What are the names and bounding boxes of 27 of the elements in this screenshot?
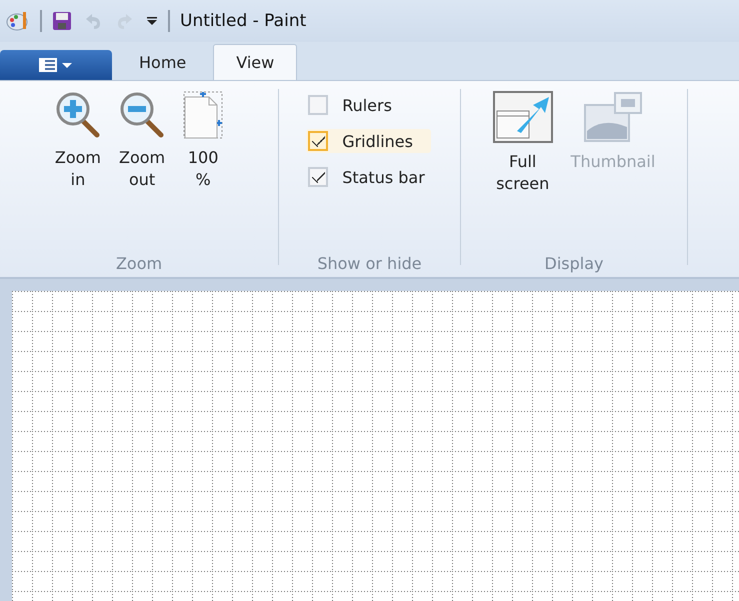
full-screen-icon xyxy=(492,91,553,143)
zoom-out-icon xyxy=(119,91,166,139)
group-label: Display xyxy=(544,254,604,273)
menu-icon xyxy=(39,58,73,72)
save-icon[interactable] xyxy=(52,11,72,31)
zoom-out-button[interactable]: Zoom out xyxy=(113,87,172,254)
palette-icon[interactable] xyxy=(6,10,30,32)
thumbnail-icon xyxy=(582,91,643,143)
zoom-in-icon xyxy=(54,91,101,139)
group-label: Show or hide xyxy=(317,254,422,273)
zoom-in-button[interactable]: Zoom in xyxy=(48,87,107,254)
checkbox-option[interactable]: Status bar xyxy=(306,165,431,189)
checkbox-option[interactable]: Gridlines xyxy=(306,129,431,153)
ribbon-tab[interactable]: View xyxy=(213,44,298,80)
checkbox[interactable] xyxy=(308,167,328,187)
dropdown-icon[interactable] xyxy=(146,16,158,26)
checkbox[interactable] xyxy=(308,95,328,115)
group-label: Zoom xyxy=(116,254,162,273)
page-button[interactable]: 100 % xyxy=(177,87,230,254)
window-title: Untitled - Paint xyxy=(180,11,306,31)
full-screen-button[interactable]: Full screen xyxy=(486,87,559,254)
ribbon-tab[interactable]: Home xyxy=(116,44,210,80)
app-menu-button[interactable] xyxy=(0,50,112,80)
checkbox[interactable] xyxy=(308,131,328,151)
drawing-canvas[interactable] xyxy=(12,291,739,601)
page-icon xyxy=(183,91,224,139)
checkbox-option[interactable]: Rulers xyxy=(306,93,431,117)
